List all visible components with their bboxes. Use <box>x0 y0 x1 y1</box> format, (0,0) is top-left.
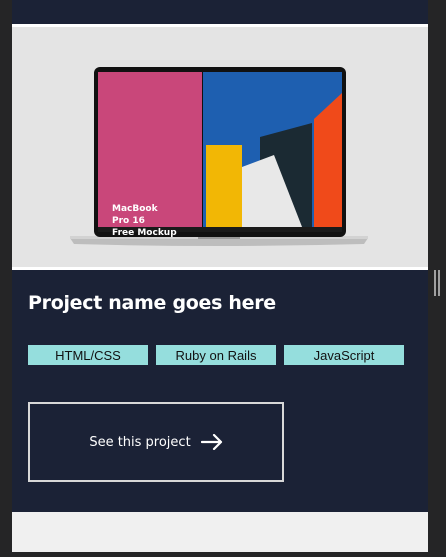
tag-html-css: HTML/CSS <box>28 345 148 365</box>
previous-card-bottom <box>12 0 428 22</box>
tag-javascript: JavaScript <box>284 345 404 365</box>
tag-list: HTML/CSS Ruby on Rails JavaScript <box>28 345 404 365</box>
laptop-mockup-image <box>70 67 368 246</box>
mockup-caption-line: Free Mockup <box>112 228 177 238</box>
project-image: MacBook Pro 16 Free Mockup <box>12 24 428 270</box>
mockup-caption: MacBook Pro 16 Free Mockup <box>112 203 202 239</box>
arrow-right-icon <box>200 434 223 450</box>
page-viewport: MacBook Pro 16 Free Mockup Project name … <box>12 0 428 552</box>
next-card-top <box>12 512 428 552</box>
scrollbar-handle[interactable] <box>434 270 440 296</box>
see-project-label: See this project <box>89 434 191 450</box>
mockup-caption-line: MacBook <box>112 204 158 214</box>
project-title: Project name goes here <box>28 292 276 314</box>
project-card: MacBook Pro 16 Free Mockup Project name … <box>12 24 428 512</box>
tag-ruby-on-rails: Ruby on Rails <box>156 345 276 365</box>
see-project-button[interactable]: See this project <box>28 402 284 482</box>
mockup-caption-line: Pro 16 <box>112 216 145 226</box>
window-bottom-edge <box>0 552 446 557</box>
